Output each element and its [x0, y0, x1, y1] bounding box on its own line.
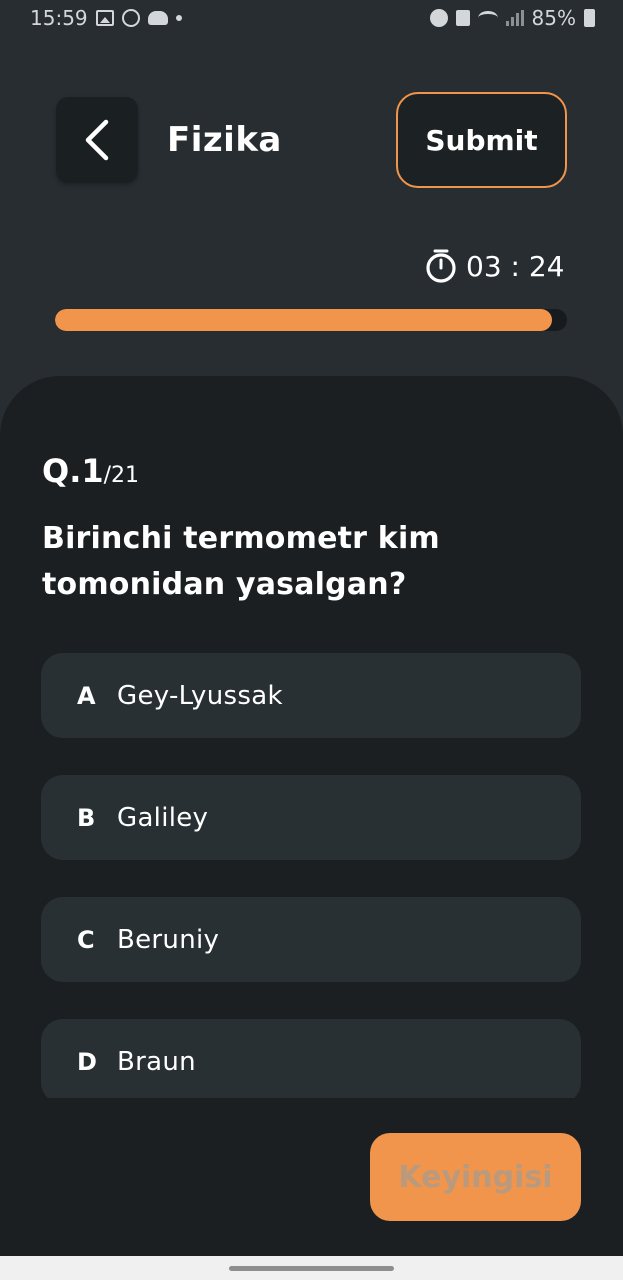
dot-icon: [175, 15, 182, 21]
question-current: Q.1: [42, 452, 104, 490]
chevron-left-icon: [85, 119, 109, 161]
option-text: Galiley: [117, 802, 209, 833]
progress-bar: [55, 309, 567, 331]
signal-icon: [505, 10, 524, 26]
question-text: Birinchi termometr kim tomonidan yasalga…: [42, 521, 440, 602]
target-icon: [121, 9, 140, 27]
status-time: 15:59: [30, 6, 88, 30]
option-letter: C: [77, 925, 95, 954]
quiz-header: Fizika Submit: [0, 90, 623, 190]
page-title: Fizika: [167, 120, 282, 160]
battery-percent: 85%: [531, 6, 576, 30]
next-button[interactable]: Keyingisi: [370, 1133, 581, 1221]
question-total: /21: [103, 463, 140, 488]
option-letter: B: [77, 803, 96, 832]
image-icon: [95, 10, 114, 26]
answer-options: A Gey-Lyussak B Galiley C Beruniy D Brau…: [41, 653, 581, 1098]
option-text: Beruniy: [117, 924, 220, 955]
stopwatch-icon: [426, 249, 456, 283]
cloud-icon: [147, 11, 168, 25]
system-nav-bar: [0, 1256, 623, 1280]
option-d[interactable]: D Braun: [41, 1019, 581, 1098]
option-a[interactable]: A Gey-Lyussak: [41, 653, 581, 738]
status-left: 15:59: [30, 6, 182, 30]
option-text: Braun: [117, 1046, 196, 1077]
status-bar: 15:59 85%: [0, 0, 623, 36]
option-c[interactable]: C Beruniy: [41, 897, 581, 982]
lock-icon: [455, 10, 470, 26]
question-counter: Q.1 /21: [42, 452, 139, 490]
status-right: 85%: [429, 6, 595, 30]
wifi-icon: [477, 11, 498, 25]
submit-button[interactable]: Submit: [396, 92, 567, 188]
timer: 03 : 24: [424, 248, 565, 284]
battery-icon: [584, 9, 595, 27]
option-letter: A: [77, 681, 96, 710]
home-indicator[interactable]: [229, 1265, 394, 1271]
timer-value: 03 : 24: [466, 249, 565, 283]
progress-fill: [55, 309, 552, 331]
option-b[interactable]: B Galiley: [41, 775, 581, 860]
alarm-icon: [429, 9, 448, 27]
question-card: Q.1 /21 Birinchi termometr kim tomonidan…: [0, 376, 623, 1280]
option-text: Gey-Lyussak: [117, 680, 283, 711]
option-letter: D: [77, 1047, 97, 1076]
back-button[interactable]: [56, 97, 138, 183]
